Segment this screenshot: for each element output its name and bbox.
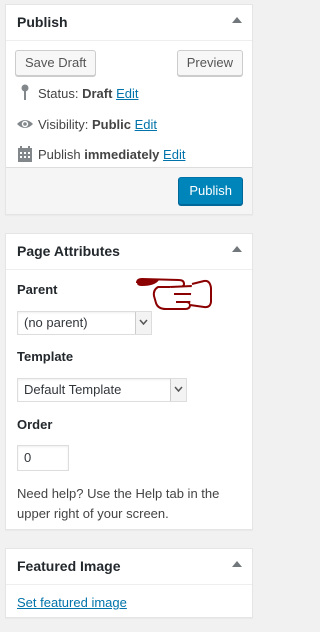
visibility-row: Visibility: Public Edit [16, 115, 157, 135]
edit-status-link[interactable]: Edit [116, 86, 138, 101]
page-attributes-header[interactable]: Page Attributes [6, 234, 252, 270]
toggle-arrow-icon[interactable] [232, 246, 242, 252]
order-label: Order [17, 417, 53, 432]
publish-box: Publish Save Draft Preview Status: Draft… [5, 4, 253, 215]
visibility-value: Public [91, 117, 131, 132]
page-attributes-title: Page Attributes [17, 243, 120, 259]
eye-icon [16, 115, 34, 135]
template-select[interactable]: Default Template [17, 378, 187, 402]
featured-image-box: Featured Image Set featured image [5, 548, 253, 618]
parent-selected-value: (no parent) [24, 315, 88, 330]
publish-date-label: Publish [38, 147, 81, 162]
select-arrow-icon [135, 312, 151, 334]
publish-button[interactable]: Publish [178, 177, 243, 205]
edit-publish-date-link[interactable]: Edit [163, 147, 185, 162]
featured-image-title: Featured Image [17, 558, 121, 574]
featured-image-header[interactable]: Featured Image [6, 549, 252, 585]
visibility-label: Visibility: [38, 117, 89, 132]
toggle-arrow-icon[interactable] [232, 561, 242, 567]
page-attributes-box: Page Attributes Parent (no parent) Templ… [5, 233, 253, 530]
select-arrow-icon [170, 379, 186, 401]
set-featured-image-link[interactable]: Set featured image [17, 595, 127, 610]
publish-box-title: Publish [17, 14, 68, 30]
order-input[interactable]: 0 [17, 445, 69, 471]
template-label: Template [17, 349, 74, 364]
template-selected-value: Default Template [24, 382, 122, 397]
status-row: Status: Draft Edit [16, 84, 138, 104]
major-publishing-actions: Publish [6, 167, 252, 214]
help-text: Need help? Use the Help tab in the upper… [17, 486, 220, 521]
publish-box-header[interactable]: Publish [6, 5, 252, 41]
preview-button[interactable]: Preview [176, 50, 243, 76]
publish-date-value: immediately [84, 147, 160, 162]
publish-date-row: Publish immediately Edit [16, 145, 185, 165]
calendar-icon [16, 145, 34, 165]
parent-select[interactable]: (no parent) [17, 311, 152, 335]
parent-label: Parent [17, 282, 58, 297]
pin-icon [16, 84, 34, 104]
status-label: Status: [38, 86, 79, 101]
status-value: Draft [82, 86, 113, 101]
edit-visibility-link[interactable]: Edit [135, 117, 157, 132]
pointing-hand-icon [134, 274, 212, 315]
toggle-arrow-icon[interactable] [232, 17, 242, 23]
save-draft-button[interactable]: Save Draft [15, 50, 97, 76]
